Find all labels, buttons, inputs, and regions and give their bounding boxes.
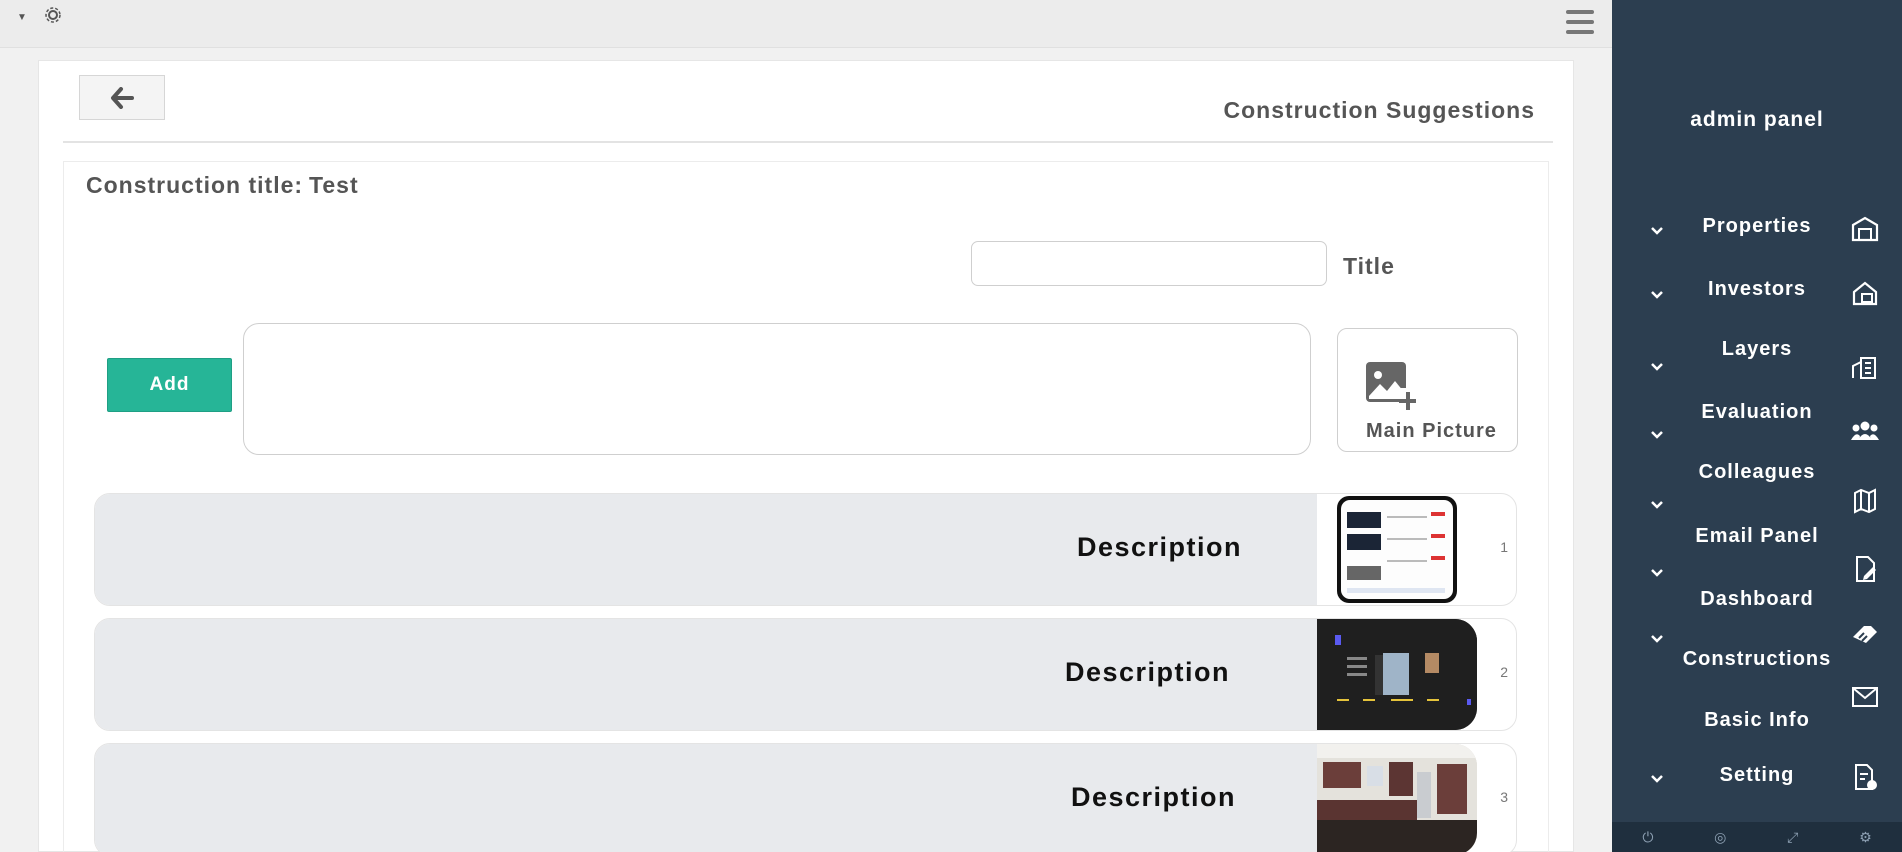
sidebar-item-label: Basic Info <box>1704 709 1810 731</box>
suggestion-index: 2 <box>1500 664 1508 680</box>
sidebar-item-colleagues[interactable]: Colleagues <box>1612 460 1902 514</box>
file-edit-icon <box>1856 556 1876 582</box>
suggestion-description-box: Description <box>95 744 1318 852</box>
back-button[interactable] <box>79 75 165 120</box>
sidebar-item-layers[interactable]: Layers <box>1612 334 1902 379</box>
admin-sidebar: admin panel Properties Investors Layers … <box>1612 0 1902 852</box>
sidebar-item-dashboard[interactable]: Dashboard <box>1612 586 1902 643</box>
sidebar-item-label: Evaluation <box>1701 401 1813 423</box>
gear-icon[interactable]: ⚙ <box>1859 829 1872 846</box>
header-divider <box>63 141 1553 143</box>
suggestion-description-box: Description <box>95 494 1318 605</box>
sidebar-item-basic-info[interactable]: Basic Info <box>1612 708 1902 748</box>
suggestion-index: 3 <box>1500 789 1508 805</box>
suggestion-row[interactable]: Description 2 <box>94 618 1517 731</box>
caret-down-icon[interactable]: ▼ <box>17 12 27 23</box>
chevron-down-icon <box>1651 363 1663 371</box>
sidebar-item-properties[interactable]: Properties <box>1612 210 1902 250</box>
main-picture-label: Main Picture <box>1366 420 1497 442</box>
sidebar-item-setting[interactable]: Setting <box>1612 762 1902 802</box>
main-panel: Construction Suggestions Construction ti… <box>38 60 1574 852</box>
suggestion-row[interactable]: Description 1 <box>94 493 1517 606</box>
sidebar-item-label: Email Panel <box>1695 525 1819 547</box>
suggestion-description: Description <box>1064 657 1230 687</box>
image-add-icon <box>1366 362 1416 410</box>
users-group-icon <box>1851 421 1879 440</box>
sidebar-item-constructions[interactable]: Constructions <box>1612 646 1902 707</box>
suggestion-row[interactable]: Description 3 <box>94 743 1517 852</box>
title-label: Title <box>1343 253 1395 279</box>
chevron-down-icon <box>1651 227 1663 235</box>
city-buildings-icon <box>1852 357 1876 379</box>
suggestion-thumbnail[interactable] <box>1317 494 1477 605</box>
suggestion-description-box: Description <box>95 619 1318 730</box>
sidebar-item-label: Layers <box>1721 338 1793 360</box>
sidebar-item-label: Dashboard <box>1700 588 1814 610</box>
sidebar-item-label: Setting <box>1719 764 1795 786</box>
arrow-left-icon <box>111 86 134 109</box>
sidebar-item-email-panel[interactable]: Email Panel <box>1612 524 1902 582</box>
chevron-down-icon <box>1651 291 1663 299</box>
chevron-down-icon <box>1651 501 1663 509</box>
suggestions-card: Construction title: Test Title Add Main P… <box>63 161 1549 852</box>
chevron-down-icon <box>1651 431 1663 439</box>
sidebar-item-label: Properties <box>1702 215 1812 237</box>
title-input[interactable] <box>971 241 1327 286</box>
add-button[interactable]: Add <box>107 358 232 412</box>
construction-title-value: Test <box>309 172 359 198</box>
sidebar-item-label: Colleagues <box>1698 461 1816 483</box>
sidebar-item-evaluation[interactable]: Evaluation <box>1612 398 1902 440</box>
suggestion-thumbnail[interactable] <box>1317 744 1477 852</box>
construction-title-label: Construction title: <box>86 172 304 198</box>
sidebar-item-investors[interactable]: Investors <box>1612 274 1902 314</box>
suggestion-thumbnail[interactable] <box>1317 619 1477 730</box>
suggestion-description: Description <box>1070 782 1236 812</box>
map-icon <box>1854 488 1876 514</box>
hamburger-menu-icon[interactable] <box>1566 10 1594 34</box>
suggestion-index: 1 <box>1500 539 1508 555</box>
file-info-icon <box>1855 764 1877 790</box>
sidebar-title: admin panel <box>1690 108 1824 131</box>
gear-icon[interactable] <box>44 6 62 29</box>
main-picture-upload[interactable]: Main Picture <box>1337 328 1518 452</box>
eye-slash-icon[interactable]: ◎ <box>1714 829 1726 846</box>
chevron-down-icon <box>1651 569 1663 577</box>
expand-icon[interactable]: ⤢ <box>1787 829 1798 846</box>
sidebar-item-label: Constructions <box>1682 648 1832 670</box>
warehouse-icon <box>1851 216 1879 242</box>
description-textarea[interactable] <box>243 323 1311 455</box>
sidebar-item-label: Investors <box>1708 278 1806 300</box>
page-title: Construction Suggestions <box>1223 97 1535 123</box>
power-icon[interactable]: ⏻ <box>1642 829 1653 846</box>
construction-title: Construction title: Test <box>86 172 359 199</box>
suggestion-description: Description <box>1076 532 1242 562</box>
chevron-down-icon <box>1651 775 1663 783</box>
top-bar: ▼ <box>0 0 1612 48</box>
house-chart-icon <box>1852 281 1878 306</box>
sidebar-footer: ⏻ ◎ ⤢ ⚙ <box>1612 822 1902 852</box>
chevron-down-icon <box>1651 635 1663 643</box>
